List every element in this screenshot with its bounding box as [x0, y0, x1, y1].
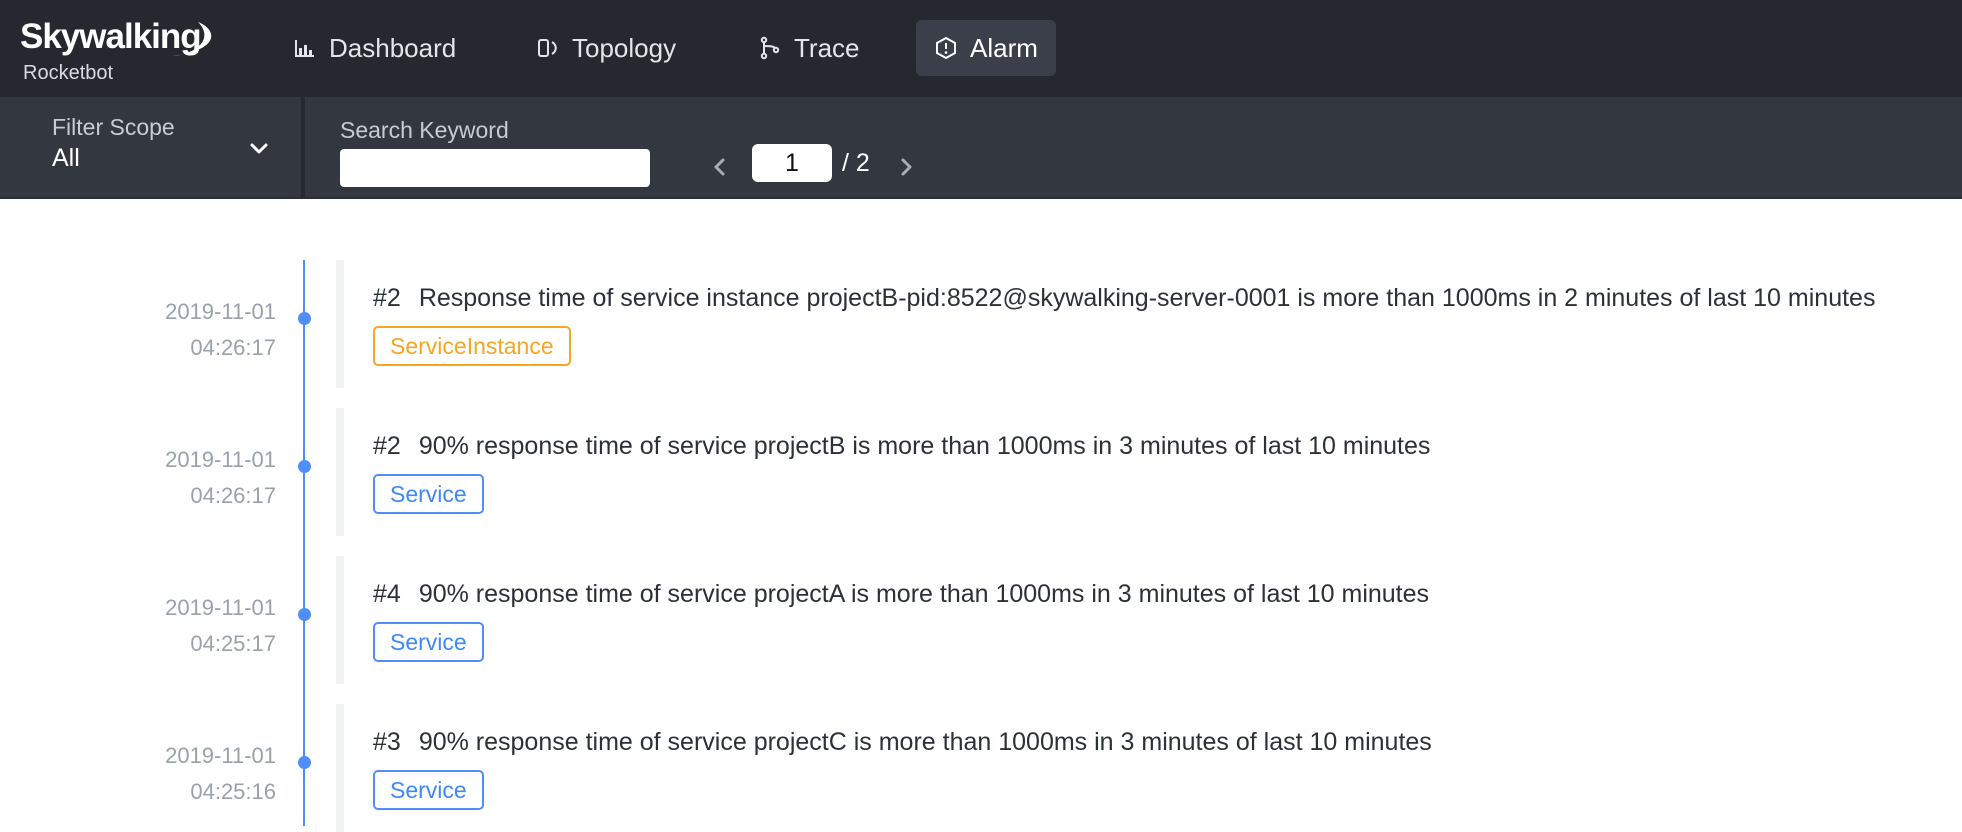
chevron-right-icon[interactable]	[892, 149, 920, 185]
nav-topology-label: Topology	[572, 32, 677, 63]
filter-scope-value: All	[52, 144, 80, 172]
alarm-text: 90% response time of service projectA is…	[418, 580, 1430, 608]
alarm-date: 2019-11-01	[165, 447, 276, 472]
alarm-time: 04:26:17	[190, 483, 276, 508]
chevron-left-icon[interactable]	[706, 149, 734, 185]
timeline-dot	[298, 460, 311, 473]
alarm-timestamp: 2019-11-01 04:25:16	[165, 738, 276, 810]
logo-subtitle: Rocketbot	[23, 62, 114, 84]
topology-icon	[538, 39, 557, 57]
alarm-side-bar	[336, 556, 344, 684]
alarm-id: #2	[373, 432, 401, 460]
alarm-timestamp: 2019-11-01 04:26:17	[165, 294, 276, 366]
alarm-text: 90% response time of service projectB is…	[418, 432, 1431, 460]
page-number-input[interactable]	[752, 144, 832, 182]
nav-dashboard[interactable]: Dashboard	[275, 20, 474, 76]
alarm-timestamp: 2019-11-01 04:26:17	[165, 442, 276, 514]
timeline-dot	[298, 312, 311, 325]
alarm-time: 04:25:16	[190, 779, 276, 804]
alarm-item[interactable]: 2019-11-01 04:26:17 #2 90% response time …	[0, 408, 1962, 536]
nav-topology[interactable]: Topology	[518, 20, 694, 76]
logo-swoosh-icon	[172, 22, 212, 56]
alarm-item[interactable]: 2019-11-01 04:25:17 #4 90% response time …	[0, 556, 1962, 684]
alarm-id: #4	[373, 580, 401, 608]
alarm-message: #2 Response time of service instance proj…	[373, 284, 1875, 313]
alarm-item[interactable]: 2019-11-01 04:26:17 #2 Response time of s…	[0, 260, 1962, 388]
bar-chart-icon	[295, 40, 314, 57]
scope-tag: ServiceInstance	[373, 326, 571, 366]
alarm-text: Response time of service instance projec…	[418, 284, 1876, 312]
filter-scope-select[interactable]: Filter Scope All	[0, 97, 305, 197]
alarm-date: 2019-11-01	[165, 595, 276, 620]
trace-icon	[760, 36, 780, 60]
nav-trace-label: Trace	[794, 32, 860, 63]
alarm-side-bar	[336, 260, 344, 388]
scope-tag: Service	[373, 474, 484, 514]
alarm-time: 04:25:17	[190, 631, 276, 656]
top-navigation-bar: Skywalking Rocketbot Dashboard Topology …	[0, 0, 1962, 97]
alarm-item[interactable]: 2019-11-01 04:25:16 #3 90% response time …	[0, 704, 1962, 832]
chevron-down-icon[interactable]	[248, 137, 270, 159]
alarm-date: 2019-11-01	[165, 743, 276, 768]
alarm-side-bar	[336, 704, 344, 832]
alarm-timestamp: 2019-11-01 04:25:17	[165, 590, 276, 662]
page-total: / 2	[842, 149, 870, 177]
scope-tag: Service	[373, 770, 484, 810]
alarm-message: #3 90% response time of service projectC …	[373, 728, 1432, 757]
search-keyword-input[interactable]	[340, 149, 650, 187]
alarm-message: #2 90% response time of service projectB …	[373, 432, 1430, 461]
alarm-text: 90% response time of service projectC is…	[418, 728, 1432, 756]
alarm-id: #3	[373, 728, 401, 756]
nav-dashboard-label: Dashboard	[329, 32, 457, 63]
alarm-icon	[936, 36, 956, 60]
filter-scope-label: Filter Scope	[52, 114, 175, 140]
search-keyword-label: Search Keyword	[340, 117, 509, 143]
alarm-id: #2	[373, 284, 401, 312]
nav-alarm-label: Alarm	[970, 32, 1038, 63]
alarm-date: 2019-11-01	[165, 299, 276, 324]
filter-bar: Filter Scope All Search Keyword / 2	[0, 97, 1962, 199]
alarm-side-bar	[336, 408, 344, 536]
scope-tag: Service	[373, 622, 484, 662]
timeline-dot	[298, 608, 311, 621]
timeline-dot	[298, 756, 311, 769]
alarm-time: 04:26:17	[190, 335, 276, 360]
nav-trace[interactable]: Trace	[740, 20, 878, 76]
nav-alarm[interactable]: Alarm	[916, 20, 1056, 76]
alarm-message: #4 90% response time of service projectA …	[373, 580, 1429, 609]
